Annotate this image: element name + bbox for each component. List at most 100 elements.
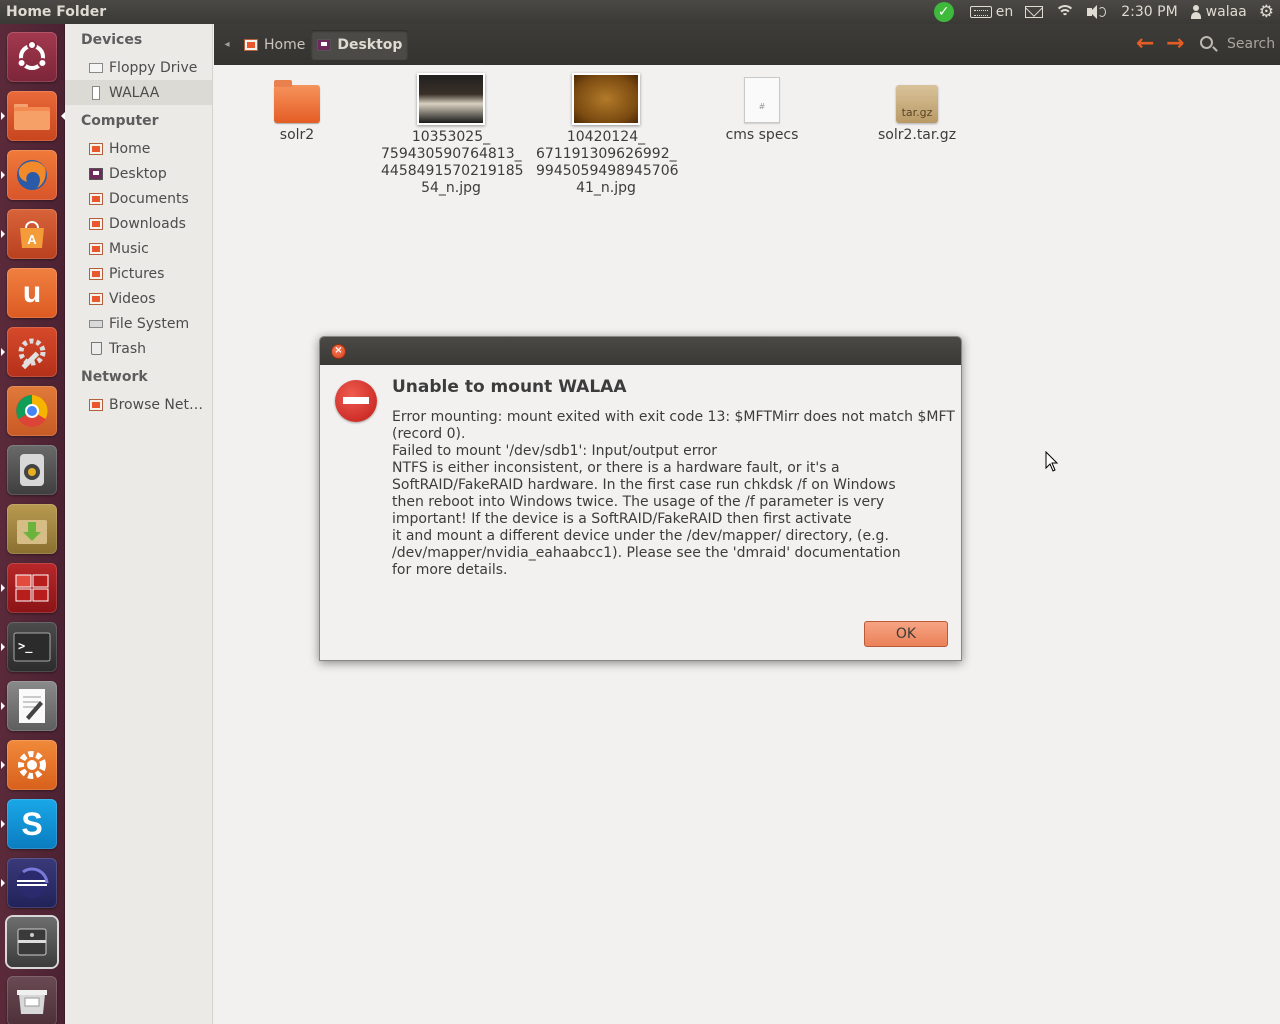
ubuntu-one-icon[interactable]: u — [7, 268, 57, 318]
settings-icon[interactable] — [1, 740, 57, 790]
firefox-icon[interactable] — [1, 150, 57, 200]
search-button-label[interactable]: Search — [1227, 36, 1275, 52]
file-name: cms specs — [725, 127, 799, 143]
sidebar-item-file-system[interactable]: File System — [65, 311, 212, 336]
files-icon[interactable] — [1, 91, 65, 141]
search-icon[interactable] — [1200, 36, 1213, 49]
software-center-icon[interactable]: A — [1, 209, 57, 259]
breadcrumb-desktop[interactable]: Desktop — [311, 29, 409, 60]
folder-icon — [274, 80, 320, 123]
archive-icon: tar.gz — [896, 85, 938, 123]
sidebar-item-walaa[interactable]: WALAA — [65, 80, 212, 105]
keyboard-layout-label: en — [995, 4, 1014, 20]
sidebar-item-downloads[interactable]: Downloads — [65, 211, 212, 236]
sidebar-item-desktop[interactable]: Desktop — [65, 161, 212, 186]
sound-indicator[interactable] — [1081, 0, 1115, 24]
breadcrumb-scroll-left-button[interactable]: ◂ — [216, 30, 238, 60]
pictures-folder-icon — [89, 267, 103, 280]
eclipse-icon[interactable] — [1, 858, 57, 908]
top-panel: Home Folder ✓ en 2:30 PM walaa ⚙ — [0, 0, 1280, 24]
computer-header: Computer — [81, 113, 159, 129]
messaging-indicator[interactable] — [1019, 0, 1049, 24]
usb-drive-icon — [92, 85, 100, 100]
mount-error-dialog: × Unable to mount WALAA Error mounting: … — [319, 336, 962, 661]
dash-icon[interactable] — [7, 32, 57, 82]
sidebar-item-label: Trash — [109, 340, 146, 357]
filesystem-icon — [89, 319, 103, 328]
close-icon[interactable]: × — [331, 344, 346, 359]
sidebar-item-label: Videos — [109, 290, 156, 307]
text-editor-icon[interactable] — [1, 681, 57, 731]
sidebar-item-videos[interactable]: Videos — [65, 286, 212, 311]
check-icon: ✓ — [933, 2, 954, 22]
desktop-folder-icon — [317, 38, 332, 51]
desktop-folder-icon — [89, 167, 103, 180]
dialog-message: Error mounting: mount exited with exit c… — [392, 409, 955, 578]
file-item-image-2[interactable]: 10420124_ 671191309626992_ 9945059498945… — [536, 65, 679, 197]
file-item-cms-specs[interactable]: cms specs — [692, 65, 832, 144]
sidebar-item-home[interactable]: Home — [65, 136, 212, 161]
sidebar-item-label: Desktop — [109, 165, 167, 182]
user-indicator[interactable]: walaa — [1184, 0, 1253, 24]
sidebar-item-label: Floppy Drive — [109, 59, 198, 76]
svg-text:>_: >_ — [18, 639, 33, 654]
chrome-icon[interactable] — [7, 386, 57, 436]
file-item-image-1[interactable]: 10353025_ 759430590764813_ 4458491570219… — [381, 65, 524, 197]
user-icon — [1190, 5, 1202, 19]
drive-icon[interactable] — [7, 917, 57, 967]
wifi-icon — [1055, 5, 1076, 19]
clock-label: 2:30 PM — [1121, 4, 1178, 20]
error-icon — [335, 380, 377, 422]
workspace-switcher-icon[interactable] — [1, 563, 57, 613]
sidebar-item-floppy-drive[interactable]: Floppy Drive — [65, 55, 212, 80]
sidebar-item-browse-network[interactable]: Browse Net… — [65, 392, 212, 417]
network-indicator[interactable] — [1049, 0, 1081, 24]
location-toolbar: ◂ Home Desktop ← → Search — [214, 24, 1280, 65]
back-arrow-icon[interactable]: ← — [1136, 32, 1154, 56]
forward-arrow-icon[interactable]: → — [1166, 32, 1184, 56]
sidebar-item-label: Browse Net… — [109, 396, 204, 413]
gear-icon: ⚙ — [1258, 2, 1274, 22]
dialog-titlebar: × — [320, 337, 961, 365]
sidebar-item-trash[interactable]: Trash — [65, 336, 212, 361]
audio-player-icon[interactable] — [7, 445, 57, 495]
speaker-icon — [1087, 5, 1109, 19]
mail-icon — [1025, 6, 1044, 18]
file-item-solr2-tar-gz[interactable]: tar.gz solr2.tar.gz — [847, 65, 987, 144]
ok-button[interactable]: OK — [864, 621, 948, 647]
skype-icon[interactable]: S — [1, 799, 57, 849]
sidebar-item-documents[interactable]: Documents — [65, 186, 212, 211]
svg-text:A: A — [27, 232, 37, 247]
videos-folder-icon — [89, 292, 103, 305]
archive-manager-icon[interactable] — [7, 504, 57, 554]
user-label: walaa — [1205, 4, 1247, 20]
breadcrumb-label: Desktop — [337, 36, 403, 53]
sidebar-item-music[interactable]: Music — [65, 236, 212, 261]
keyboard-icon — [969, 6, 992, 18]
devices-header: Devices — [81, 32, 143, 48]
keyboard-indicator[interactable]: en — [964, 0, 1020, 24]
sidebar-item-pictures[interactable]: Pictures — [65, 261, 212, 286]
session-indicator[interactable]: ⚙ — [1253, 0, 1280, 24]
image-thumbnail-icon — [572, 73, 640, 125]
file-name: solr2 — [279, 127, 315, 143]
sync-indicator[interactable]: ✓ — [928, 0, 964, 24]
launcher: A u >_ S — [0, 24, 65, 1024]
floppy-icon — [89, 62, 103, 73]
breadcrumb-home[interactable]: Home — [238, 30, 311, 60]
indicator-area: ✓ en 2:30 PM walaa ⚙ — [928, 0, 1280, 24]
sidebar-item-label: Pictures — [109, 265, 165, 282]
clock-indicator[interactable]: 2:30 PM — [1115, 0, 1183, 24]
file-item-solr2[interactable]: solr2 — [227, 65, 367, 144]
trash-icon — [91, 342, 102, 355]
system-tools-icon[interactable] — [1, 327, 57, 377]
network-folder-icon — [89, 398, 103, 411]
sidebar-item-label: Home — [109, 140, 151, 157]
sidebar-item-label: WALAA — [109, 84, 160, 101]
sidebar-item-label: File System — [109, 315, 190, 332]
image-thumbnail-icon — [417, 73, 485, 125]
terminal-icon[interactable]: >_ — [1, 622, 57, 672]
trash-icon[interactable] — [7, 976, 57, 1024]
file-name: solr2.tar.gz — [877, 127, 957, 143]
file-name: 10353025_ 759430590764813_ 4458491570219… — [381, 129, 524, 196]
